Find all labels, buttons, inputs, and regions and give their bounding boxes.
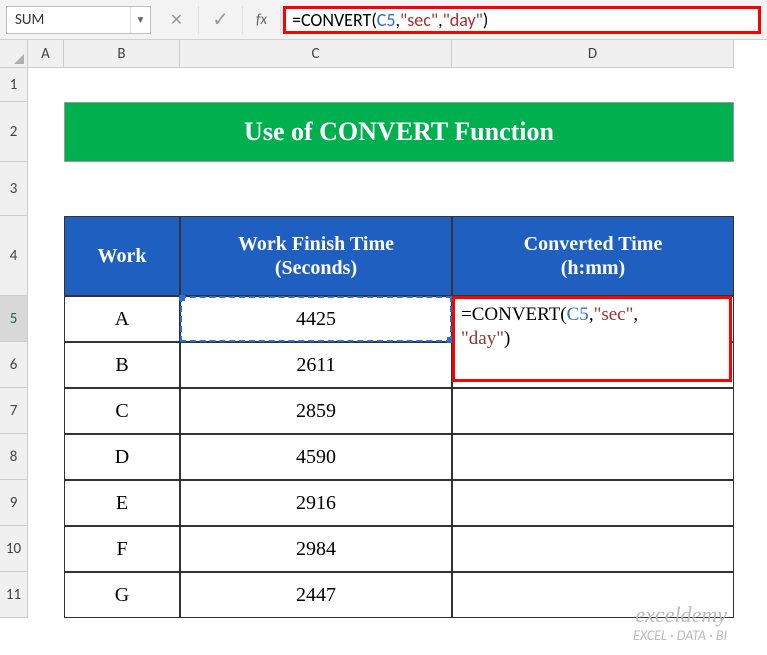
row-header-8[interactable]: 8 bbox=[0, 434, 28, 480]
formula-text: =CONVERT( bbox=[292, 9, 377, 31]
col-header-C[interactable]: C bbox=[180, 40, 452, 68]
row-header-10[interactable]: 10 bbox=[0, 526, 28, 572]
cell-work[interactable]: C bbox=[64, 388, 180, 434]
formula-bar[interactable]: =CONVERT(C5,"sec","day") bbox=[283, 6, 761, 34]
cell-converted[interactable] bbox=[452, 526, 734, 572]
cancel-icon[interactable]: ✕ bbox=[155, 6, 199, 34]
cell-converted[interactable] bbox=[452, 480, 734, 526]
cell-work[interactable]: B bbox=[64, 342, 180, 388]
name-box-dropdown-icon[interactable]: ▼ bbox=[130, 7, 150, 33]
row-header-11[interactable]: 11 bbox=[0, 572, 28, 618]
row-header-2[interactable]: 2 bbox=[0, 102, 28, 162]
header-work: Work bbox=[64, 216, 180, 296]
row-header-3[interactable]: 3 bbox=[0, 162, 28, 216]
column-headers: ABCD bbox=[28, 40, 767, 68]
col-header-D[interactable]: D bbox=[452, 40, 734, 68]
cell-work[interactable]: G bbox=[64, 572, 180, 618]
cell-time[interactable]: 4590 bbox=[180, 434, 452, 480]
spreadsheet-grid: 1234567891011 ABCD Use of CONVERT Functi… bbox=[0, 40, 767, 655]
watermark: exceldemy EXCEL · DATA · BI bbox=[633, 603, 727, 643]
grid-wrap: ABCD Use of CONVERT FunctionWorkWork Fin… bbox=[28, 40, 767, 655]
header-finish-time: Work Finish Time(Seconds) bbox=[180, 216, 452, 296]
cell-work[interactable]: F bbox=[64, 526, 180, 572]
enter-icon[interactable]: ✓ bbox=[199, 6, 243, 34]
formula-ref: C5 bbox=[377, 9, 396, 31]
col-header-A[interactable]: A bbox=[28, 40, 64, 68]
cell-converted[interactable] bbox=[452, 388, 734, 434]
cell-time[interactable]: 4425 bbox=[180, 296, 452, 342]
row-header-1[interactable]: 1 bbox=[0, 68, 28, 102]
cell-time[interactable]: 2916 bbox=[180, 480, 452, 526]
cell-time[interactable]: 2984 bbox=[180, 526, 452, 572]
cell-converted[interactable] bbox=[452, 434, 734, 480]
cell-work[interactable]: A bbox=[64, 296, 180, 342]
cell-time[interactable]: 2447 bbox=[180, 572, 452, 618]
cell-time[interactable]: 2859 bbox=[180, 388, 452, 434]
col-header-B[interactable]: B bbox=[64, 40, 180, 68]
editing-cell[interactable]: =CONVERT(C5,"sec","day") bbox=[452, 296, 732, 382]
row-header-5[interactable]: 5 bbox=[0, 296, 28, 342]
formula-bar-row: SUM ▼ ✕ ✓ fx =CONVERT(C5,"sec","day") bbox=[0, 0, 767, 40]
row-header-7[interactable]: 7 bbox=[0, 388, 28, 434]
row-header-9[interactable]: 9 bbox=[0, 480, 28, 526]
select-all-corner[interactable] bbox=[0, 40, 28, 68]
cell-work[interactable]: E bbox=[64, 480, 180, 526]
row-header-6[interactable]: 6 bbox=[0, 342, 28, 388]
row-header-4[interactable]: 4 bbox=[0, 216, 28, 296]
cell-time[interactable]: 2611 bbox=[180, 342, 452, 388]
title-cell: Use of CONVERT Function bbox=[64, 102, 734, 162]
name-box-container[interactable]: SUM ▼ bbox=[6, 6, 151, 34]
name-box[interactable]: SUM bbox=[7, 11, 130, 29]
header-converted-time: Converted Time(h:mm) bbox=[452, 216, 734, 296]
fx-icon[interactable]: fx bbox=[243, 6, 281, 34]
fx-section: ✕ ✓ fx =CONVERT(C5,"sec","day") bbox=[155, 6, 761, 34]
row-header-column: 1234567891011 bbox=[0, 40, 28, 655]
cell-work[interactable]: D bbox=[64, 434, 180, 480]
